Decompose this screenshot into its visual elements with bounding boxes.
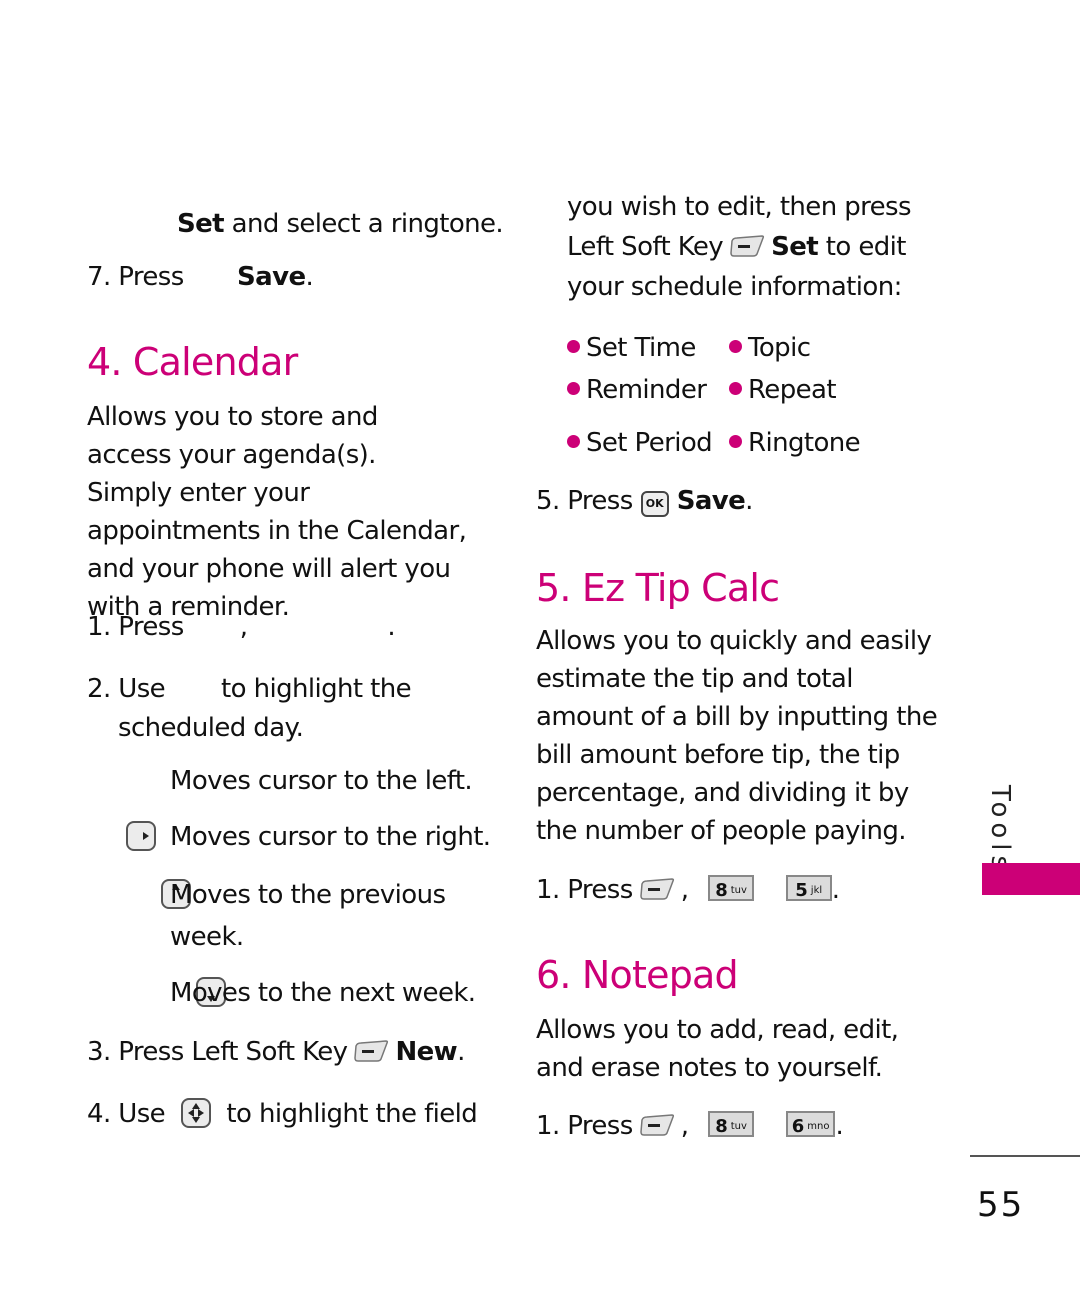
bullet-item: Ringtone — [729, 424, 861, 462]
bullet-icon — [567, 340, 580, 353]
bullet-icon — [729, 435, 742, 448]
nav-left-text: Moves cursor to the left. — [170, 766, 473, 796]
new-label: New — [395, 1037, 458, 1067]
step-4-text: to highlight the field — [226, 1099, 478, 1129]
left-soft-key-label: Left Soft Key — [567, 232, 724, 262]
calendar-step-2-line2: scheduled day. — [118, 713, 304, 743]
step-5-prefix: 5. Press — [536, 486, 633, 516]
notepad-desc-line: and erase notes to yourself. — [536, 1053, 883, 1083]
step-1-period: . — [831, 875, 840, 905]
tip-calc-desc-line: bill amount before tip, the tip — [536, 740, 900, 770]
calendar-description: Allows you to store and access your agen… — [87, 402, 467, 622]
bullet-item: Reminder — [567, 371, 707, 409]
bullet-text: Ringtone — [748, 428, 861, 458]
nav-up-text-line2: week. — [170, 922, 244, 952]
step-1-comma: , — [239, 612, 248, 642]
tip-calc-desc-line: percentage, and dividing it by — [536, 778, 909, 808]
nav-right-icon — [126, 821, 156, 851]
nav-down-text: Moves to the next week. — [170, 978, 476, 1008]
bullet-text: Repeat — [748, 375, 837, 405]
notepad-heading: 6. Notepad — [536, 953, 739, 997]
continue-line-1: you wish to edit, then press — [567, 192, 912, 222]
tip-calc-step-1: 1. Press, 8 tuv 5 jkl. — [536, 871, 840, 909]
bullet-text: Reminder — [586, 375, 707, 405]
tip-calc-desc-line: the number of people paying. — [536, 816, 906, 846]
section-tab-label: Tools — [985, 785, 1015, 875]
calendar-step-4: 4. Use to highlight the field — [87, 1095, 478, 1133]
notepad-desc-line: Allows you to add, read, edit, — [536, 1015, 899, 1045]
bullet-item: Set Time — [567, 329, 696, 367]
bullet-item: Topic — [729, 329, 811, 367]
step-3-suffix: . — [457, 1037, 465, 1067]
ok-key-icon: OK — [640, 491, 669, 517]
tip-calc-desc-line: estimate the tip and total — [536, 664, 853, 694]
bullet-item: Set Period — [567, 424, 713, 462]
left-soft-key-icon — [353, 1039, 389, 1063]
calendar-step-1: 1. Press,. — [87, 608, 396, 646]
set-label: Set — [177, 209, 225, 239]
save-label: Save — [237, 262, 306, 292]
step-7-prefix: 7. Press — [87, 262, 184, 292]
tip-calc-desc-line: amount of a bill by inputting the — [536, 702, 938, 732]
step-2-prefix: 2. Use — [87, 674, 166, 704]
step-5-suffix: . — [745, 486, 753, 516]
footer-rule — [970, 1155, 1080, 1157]
step-1-prefix: 1. Press — [536, 1111, 633, 1141]
calendar-heading: 4. Calendar — [87, 340, 298, 384]
ringtone-line: Set and select a ringtone. — [177, 205, 504, 243]
step-4-prefix: 4. Use — [87, 1099, 166, 1129]
key-5-icon: 5 jkl — [785, 875, 832, 901]
save-label: Save — [676, 486, 746, 516]
bullet-icon — [567, 435, 580, 448]
set-label: Set — [771, 232, 819, 262]
bullet-icon — [567, 382, 580, 395]
left-soft-key-icon — [639, 1113, 675, 1137]
ringtone-text: and select a ringtone. — [224, 209, 504, 239]
step-7: 7. Press Save. — [87, 258, 314, 296]
left-soft-key-icon — [639, 877, 675, 901]
key-8-icon: 8 tuv — [708, 1111, 755, 1137]
tip-calc-desc-line: Allows you to quickly and easily — [536, 626, 932, 656]
bullet-icon — [729, 382, 742, 395]
bullet-text: Set Time — [586, 333, 696, 363]
nav-4way-icon — [180, 1098, 211, 1128]
notepad-step-1: 1. Press, 8 tuv 6 mno. — [536, 1107, 844, 1145]
calendar-step-3: 3. Press Left Soft Key New. — [87, 1033, 465, 1071]
page-number: 55 — [977, 1185, 1025, 1225]
tip-calc-heading: 5. Ez Tip Calc — [536, 566, 780, 610]
bullet-text: Set Period — [586, 428, 713, 458]
step-1-comma: , — [680, 1111, 689, 1141]
section-tab-marker — [982, 863, 1080, 895]
step-2-text: to highlight the — [221, 674, 412, 704]
to-edit-text: to edit — [825, 232, 907, 262]
left-soft-key-icon — [729, 234, 765, 258]
continue-line-2: Left Soft Key Set to edit — [567, 228, 906, 266]
step-1-period: . — [387, 612, 396, 642]
key-8-icon: 8 tuv — [708, 875, 755, 901]
step-1-prefix: 1. Press — [536, 875, 633, 905]
nav-up-text: Moves to the previous — [170, 880, 446, 910]
bullet-icon — [729, 340, 742, 353]
bullet-text: Topic — [748, 333, 811, 363]
step-7-suffix: . — [305, 262, 314, 292]
key-6-icon: 6 mno — [785, 1111, 836, 1137]
step-1-period: . — [835, 1111, 844, 1141]
step-1-prefix: 1. Press — [87, 612, 184, 642]
step-5: 5. Press OK Save. — [536, 482, 753, 520]
nav-right-text: Moves cursor to the right. — [170, 822, 491, 852]
calendar-step-2: 2. Use to highlight the — [87, 670, 412, 708]
step-3-prefix: 3. Press Left Soft Key — [87, 1037, 348, 1067]
continue-line-3: your schedule information: — [567, 272, 902, 302]
step-1-comma: , — [680, 875, 689, 905]
bullet-item: Repeat — [729, 371, 837, 409]
